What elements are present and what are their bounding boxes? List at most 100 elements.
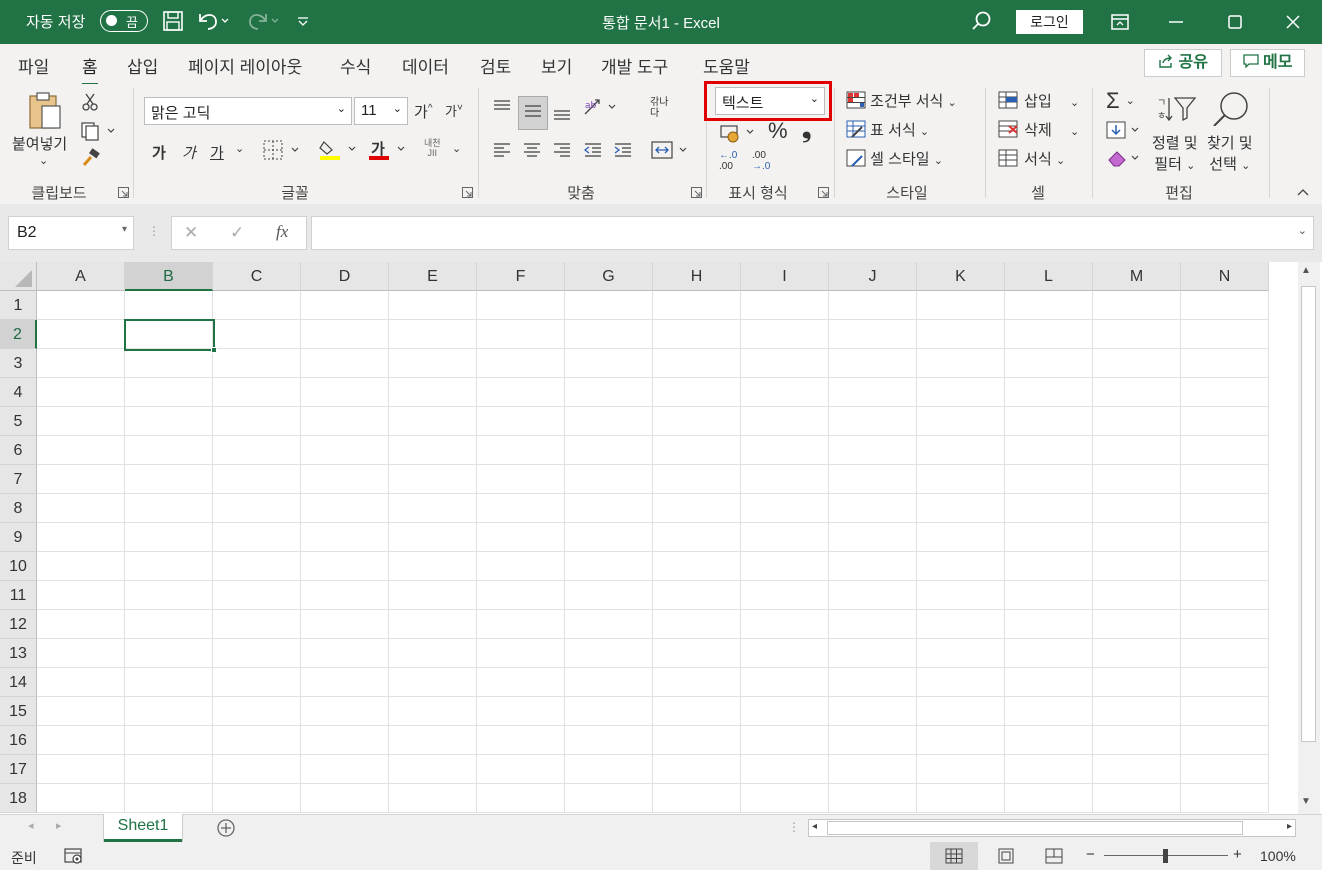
name-box[interactable]: B2 ▾ [8, 216, 134, 250]
cell-d14[interactable] [301, 668, 389, 697]
cell-m17[interactable] [1093, 755, 1181, 784]
cell-a2[interactable] [37, 320, 125, 349]
cell-l2[interactable] [1005, 320, 1093, 349]
cell-h15[interactable] [653, 697, 741, 726]
scroll-left-icon[interactable]: ◂ [812, 821, 817, 832]
cell-e8[interactable] [389, 494, 477, 523]
cell-e3[interactable] [389, 349, 477, 378]
cell-h17[interactable] [653, 755, 741, 784]
clear-button[interactable] [1106, 148, 1142, 172]
cell-f5[interactable] [477, 407, 565, 436]
format-as-table-button[interactable]: 표 서식 ⌄ [846, 119, 929, 140]
row-header-6[interactable]: 6 [0, 436, 37, 465]
row-header-18[interactable]: 18 [0, 784, 37, 813]
cell-m18[interactable] [1093, 784, 1181, 813]
cell-n8[interactable] [1181, 494, 1269, 523]
cell-j1[interactable] [829, 291, 917, 320]
vertical-scrollbar[interactable]: ▲ ▼ [1298, 262, 1320, 814]
merge-center-icon[interactable] [650, 138, 690, 166]
cell-k10[interactable] [917, 552, 1005, 581]
cell-d1[interactable] [301, 291, 389, 320]
cell-f3[interactable] [477, 349, 565, 378]
cell-j12[interactable] [829, 610, 917, 639]
row-header-16[interactable]: 16 [0, 726, 37, 755]
cell-n9[interactable] [1181, 523, 1269, 552]
row-header-17[interactable]: 17 [0, 755, 37, 784]
cell-i8[interactable] [741, 494, 829, 523]
tab-page-layout[interactable]: 페이지 레이아웃 [188, 53, 302, 78]
cell-a12[interactable] [37, 610, 125, 639]
cell-m5[interactable] [1093, 407, 1181, 436]
cell-c7[interactable] [213, 465, 301, 494]
cell-i6[interactable] [741, 436, 829, 465]
cell-a3[interactable] [37, 349, 125, 378]
cell-d4[interactable] [301, 378, 389, 407]
cell-a18[interactable] [37, 784, 125, 813]
align-bottom-icon[interactable] [550, 100, 574, 128]
cell-l12[interactable] [1005, 610, 1093, 639]
cell-a1[interactable] [37, 291, 125, 320]
cell-a7[interactable] [37, 465, 125, 494]
cell-c2[interactable] [213, 320, 301, 349]
cell-e12[interactable] [389, 610, 477, 639]
cell-k18[interactable] [917, 784, 1005, 813]
row-header-14[interactable]: 14 [0, 668, 37, 697]
cell-k5[interactable] [917, 407, 1005, 436]
cell-f2[interactable] [477, 320, 565, 349]
format-cells-button[interactable]: 서식 ⌄ [998, 148, 1065, 169]
cell-a8[interactable] [37, 494, 125, 523]
cell-l3[interactable] [1005, 349, 1093, 378]
scroll-right-icon[interactable]: ▸ [1287, 821, 1292, 832]
phonetic-guide-button[interactable]: 내천 JII [424, 138, 441, 158]
paste-icon[interactable] [24, 90, 66, 136]
cell-a10[interactable] [37, 552, 125, 581]
conditional-formatting-button[interactable]: 조건부 서식 ⌄ [846, 90, 957, 111]
cell-i5[interactable] [741, 407, 829, 436]
tab-home[interactable]: 홈 [82, 53, 98, 86]
cell-h16[interactable] [653, 726, 741, 755]
cell-n10[interactable] [1181, 552, 1269, 581]
sort-filter-button[interactable]: 정렬 및 필터 ⌄ [1152, 132, 1198, 174]
align-left-icon[interactable] [490, 138, 514, 166]
cell-b13[interactable] [125, 639, 213, 668]
cell-j5[interactable] [829, 407, 917, 436]
cell-h8[interactable] [653, 494, 741, 523]
zoom-level[interactable]: 100% [1260, 848, 1296, 864]
cell-i2[interactable] [741, 320, 829, 349]
cell-d10[interactable] [301, 552, 389, 581]
cell-d17[interactable] [301, 755, 389, 784]
insert-function-icon[interactable]: fx [276, 222, 288, 242]
cell-j16[interactable] [829, 726, 917, 755]
cell-e6[interactable] [389, 436, 477, 465]
share-button[interactable]: 공유 [1144, 49, 1222, 77]
cell-g14[interactable] [565, 668, 653, 697]
cell-n16[interactable] [1181, 726, 1269, 755]
cell-j14[interactable] [829, 668, 917, 697]
row-header-10[interactable]: 10 [0, 552, 37, 581]
cell-n14[interactable] [1181, 668, 1269, 697]
scroll-up-icon[interactable]: ▲ [1301, 265, 1311, 276]
paste-label[interactable]: 붙여넣기 [12, 133, 67, 154]
cell-n11[interactable] [1181, 581, 1269, 610]
cell-styles-button[interactable]: 셀 스타일 ⌄ [846, 148, 943, 169]
italic-button[interactable]: 가 [182, 142, 196, 163]
row-header-12[interactable]: 12 [0, 610, 37, 639]
cell-l6[interactable] [1005, 436, 1093, 465]
minimize-icon[interactable] [1162, 8, 1190, 36]
cut-icon[interactable] [81, 92, 99, 116]
cell-i7[interactable] [741, 465, 829, 494]
zoom-slider-thumb[interactable] [1163, 849, 1168, 863]
cell-k4[interactable] [917, 378, 1005, 407]
cell-i11[interactable] [741, 581, 829, 610]
cell-n2[interactable] [1181, 320, 1269, 349]
cell-b6[interactable] [125, 436, 213, 465]
cell-a17[interactable] [37, 755, 125, 784]
accounting-format-icon[interactable] [719, 122, 761, 148]
scroll-down-icon[interactable]: ▼ [1301, 796, 1311, 807]
collapse-ribbon-icon[interactable] [1296, 184, 1310, 201]
underline-dropdown-icon[interactable]: ⌄ [235, 142, 244, 155]
cell-f1[interactable] [477, 291, 565, 320]
cell-l17[interactable] [1005, 755, 1093, 784]
column-header-e[interactable]: E [389, 262, 477, 291]
comments-button[interactable]: 메모 [1230, 49, 1305, 77]
